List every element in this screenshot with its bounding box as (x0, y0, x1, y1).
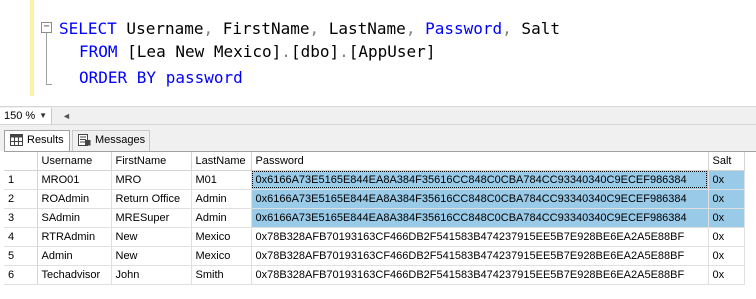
table-row[interactable]: 4 RTRAdmin New Mexico 0x78B328AFB70193163CF4… (4, 227, 745, 247)
code-token: , (309, 19, 320, 38)
results-tab-strip: Results Messages (0, 125, 756, 151)
query-editor[interactable]: − SELECT Username, FirstName, LastName, … (0, 0, 756, 106)
cell-firstname[interactable]: Return Office (111, 189, 192, 209)
code-token: Password (415, 19, 503, 38)
cell-salt[interactable]: 0x (708, 227, 745, 247)
cell-username[interactable]: ROAdmin (37, 189, 112, 209)
cell-password[interactable]: 0x78B328AFB70193163CF466DB2F541583B47423… (251, 246, 709, 266)
cell-username[interactable]: RTRAdmin (37, 227, 112, 247)
messages-icon (78, 134, 91, 146)
code-token: ORDER BY (79, 68, 157, 87)
tab-messages[interactable]: Messages (72, 130, 150, 151)
cell-firstname[interactable]: John (111, 265, 192, 285)
column-header-rownum[interactable] (4, 152, 38, 171)
cell-password[interactable]: 0x6166A73E5165E844EA8A384F35616CC848C0CB… (251, 170, 709, 190)
outline-fold-end (46, 84, 52, 85)
code-token: FirstName (213, 19, 310, 38)
cell-lastname[interactable]: Admin (191, 189, 252, 209)
zoom-value: 150 % (4, 110, 36, 122)
code-token: password (156, 68, 243, 87)
cell-salt[interactable]: 0x (708, 265, 745, 285)
cell-salt[interactable]: 0x (708, 246, 745, 266)
row-number-cell[interactable]: 6 (4, 265, 38, 285)
code-line-order-by[interactable]: ORDER BY password (79, 66, 243, 90)
cell-lastname[interactable]: Mexico (191, 227, 252, 247)
code-token: FROM (79, 42, 118, 61)
column-header-password[interactable]: Password (251, 152, 709, 171)
tab-results[interactable]: Results (4, 130, 70, 151)
column-header-firstname[interactable]: FirstName (111, 152, 192, 171)
cell-salt[interactable]: 0x (708, 189, 745, 209)
outline-fold-line (46, 33, 47, 85)
code-line-select[interactable]: SELECT Username, FirstName, LastName, Pa… (59, 17, 560, 41)
collapse-region-icon[interactable]: − (41, 22, 52, 33)
row-number-cell[interactable]: 1 (4, 170, 38, 190)
table-row[interactable]: 5 Admin New Mexico 0x78B328AFB70193163CF466D… (4, 246, 745, 266)
table-row[interactable]: 6 Techadvisor John Smith 0x78B328AFB70193163… (4, 265, 745, 285)
cell-lastname[interactable]: Mexico (191, 246, 252, 266)
results-table: Username FirstName LastName Password Sal… (4, 152, 745, 285)
cell-password[interactable]: 0x78B328AFB70193163CF466DB2F541583B47423… (251, 265, 709, 285)
grid-icon (10, 134, 23, 146)
cell-firstname[interactable]: New (111, 227, 192, 247)
cell-password[interactable]: 0x6166A73E5165E844EA8A384F35616CC848C0CB… (251, 208, 709, 228)
table-row[interactable]: 3 SAdmin MRESuper Admin 0x6166A73E5165E844EA… (4, 208, 745, 228)
tab-results-label: Results (27, 134, 64, 146)
code-token: , (203, 19, 214, 38)
code-line-from[interactable]: FROM [Lea New Mexico].[dbo].[AppUser] (79, 40, 435, 64)
cell-username[interactable]: Admin (37, 246, 112, 266)
row-number-cell[interactable]: 4 (4, 227, 38, 247)
cell-lastname[interactable]: M01 (191, 170, 252, 190)
scroll-left-arrow-icon[interactable]: ◄ (62, 111, 71, 121)
code-token: , (502, 19, 512, 38)
change-tracking-margin (30, 0, 34, 96)
cell-username[interactable]: MRO01 (37, 170, 112, 190)
code-token: [AppUser] (348, 42, 436, 61)
cell-firstname[interactable]: New (111, 246, 192, 266)
code-token: Username (116, 19, 204, 38)
code-token: Salt (511, 19, 560, 38)
cell-firstname[interactable]: MRO (111, 170, 192, 190)
cell-password[interactable]: 0x78B328AFB70193163CF466DB2F541583B47423… (251, 227, 709, 247)
grid-header-row: Username FirstName LastName Password Sal… (4, 152, 745, 171)
cell-username[interactable]: SAdmin (37, 208, 112, 228)
code-token: . (281, 42, 291, 61)
row-number-cell[interactable]: 2 (4, 189, 38, 209)
column-header-salt[interactable]: Salt (708, 152, 745, 171)
cell-lastname[interactable]: Smith (191, 265, 252, 285)
cell-firstname[interactable]: MRESuper (111, 208, 192, 228)
table-row[interactable]: 1 MRO01 MRO M01 0x6166A73E5165E844EA8A384F35… (4, 170, 745, 190)
zoom-dropdown[interactable]: 150 % ▼ (0, 108, 52, 124)
cell-username[interactable]: Techadvisor (37, 265, 112, 285)
cell-salt[interactable]: 0x (708, 170, 745, 190)
code-token: . (339, 42, 349, 61)
row-number-cell[interactable]: 3 (4, 208, 38, 228)
code-token: LastName (319, 19, 406, 38)
code-token: SELECT (59, 19, 117, 38)
column-header-username[interactable]: Username (37, 152, 112, 171)
cell-salt[interactable]: 0x (708, 208, 745, 228)
code-token: [Lea New Mexico] (117, 42, 282, 61)
editor-status-strip: 150 % ▼ ◄ (0, 106, 756, 125)
column-header-lastname[interactable]: LastName (191, 152, 252, 171)
tab-messages-label: Messages (95, 134, 146, 146)
chevron-down-icon[interactable]: ▼ (39, 108, 47, 124)
results-grid[interactable]: Username FirstName LastName Password Sal… (4, 151, 756, 299)
cell-lastname[interactable]: Admin (191, 208, 252, 228)
cell-password[interactable]: 0x6166A73E5165E844EA8A384F35616CC848C0CB… (251, 189, 709, 209)
table-row[interactable]: 2 ROAdmin Return Office Admin 0x6166A73E5165… (4, 189, 745, 209)
code-token: , (405, 19, 416, 38)
row-number-cell[interactable]: 5 (4, 246, 38, 266)
code-token: [dbo] (290, 42, 340, 61)
